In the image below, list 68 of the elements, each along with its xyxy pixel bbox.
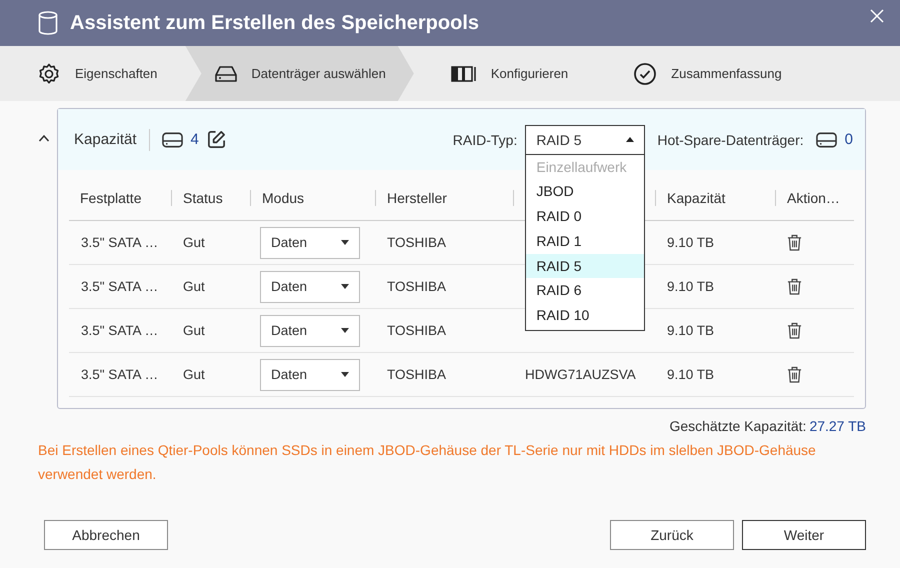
drive-icon — [215, 64, 238, 82]
back-button[interactable]: Zurück — [610, 520, 734, 550]
hot-spare-label: Hot-Spare-Datenträger: — [657, 132, 804, 148]
dropdown-option[interactable]: JBOD — [526, 179, 644, 204]
caret-icon — [341, 240, 349, 245]
wizard-step[interactable]: Datenträger auswählen — [185, 46, 414, 101]
edit-icon[interactable] — [206, 130, 226, 149]
table-cell: TOSHIBA — [387, 323, 446, 338]
table-cell: 9.10 TB — [667, 323, 714, 338]
window-title: Assistent zum Erstellen des Speicherpools — [70, 12, 480, 34]
estimate-label: Geschätzte Kapazität: — [669, 418, 806, 434]
panel-title: Kapazität — [74, 131, 137, 148]
table-cell: TOSHIBA — [387, 367, 446, 382]
database-icon — [38, 11, 58, 35]
raid-type-select[interactable]: RAID 5 — [525, 124, 646, 154]
column-header: Kapazität — [667, 190, 726, 206]
trash-icon[interactable] — [787, 322, 802, 339]
mode-select[interactable]: Daten — [260, 226, 360, 258]
table-cell: Gut — [183, 323, 205, 338]
dropdown-option[interactable]: RAID 10 — [526, 303, 644, 328]
table-cell: 3.5" SATA … — [81, 323, 158, 338]
caret-icon — [341, 372, 349, 377]
mode-select[interactable]: Daten — [260, 358, 360, 390]
trash-icon[interactable] — [787, 234, 802, 251]
gear-icon — [37, 62, 61, 86]
drive-icon — [162, 132, 183, 148]
check-circle-icon — [633, 62, 658, 86]
table-cell: 9.10 TB — [667, 235, 714, 250]
table-cell: 9.10 TB — [667, 279, 714, 294]
table-cell: HDWG71AUZSVA — [525, 367, 636, 382]
column-header: Aktion… — [787, 190, 840, 206]
table-cell: Gut — [183, 235, 205, 250]
column-header: Modus — [262, 190, 304, 206]
column-header: Status — [183, 190, 223, 206]
bars-icon — [450, 66, 477, 82]
cancel-button[interactable]: Abbrechen — [44, 520, 168, 550]
table-cell: TOSHIBA — [387, 235, 446, 250]
drive-icon — [816, 132, 837, 148]
wizard-step[interactable]: Zusammenfassung — [596, 46, 810, 101]
mode-select[interactable]: Daten — [260, 314, 360, 346]
table-cell: 3.5" SATA … — [81, 235, 158, 250]
caret-icon — [341, 328, 349, 333]
estimate-value: 27.27 TB — [809, 418, 866, 434]
table-cell: 3.5" SATA … — [81, 367, 158, 382]
table-cell: Gut — [183, 367, 205, 382]
table-cell: TOSHIBA — [387, 279, 446, 294]
caret-icon — [341, 284, 349, 289]
raid-type-label: RAID-Typ: — [452, 132, 518, 148]
warning-text: Bei Erstellen eines Qtier-Pools können SSDs in einem JBOD-Gehäuse der TL-Serie nur mit HDDs im slelben JBOD-Gehäuse verwendet werden. — [38, 441, 817, 484]
mode-select[interactable]: Daten — [260, 270, 360, 302]
column-header: Festplatte — [80, 190, 142, 206]
dropdown-option[interactable]: RAID 0 — [526, 204, 644, 229]
trash-icon[interactable] — [787, 278, 802, 295]
next-button[interactable]: Weiter — [742, 520, 866, 550]
hot-spare-count: 0 — [844, 131, 853, 148]
column-header: Hersteller — [387, 190, 447, 206]
table-cell: 9.10 TB — [667, 367, 714, 382]
table-cell: 3.5" SATA … — [81, 279, 158, 294]
wizard-step[interactable]: Eigenschaften — [0, 46, 186, 101]
close-icon[interactable] — [870, 9, 884, 23]
dropdown-option[interactable]: RAID 1 — [526, 228, 644, 254]
table-cell: Gut — [183, 279, 205, 294]
wizard-step[interactable]: Konfigurieren — [414, 46, 596, 101]
dropdown-option[interactable]: RAID 5 — [526, 254, 644, 278]
collapse-icon[interactable] — [38, 134, 50, 142]
trash-icon[interactable] — [787, 366, 802, 383]
disk-count: 4 — [190, 131, 199, 148]
dropdown-option[interactable]: RAID 6 — [526, 278, 644, 304]
